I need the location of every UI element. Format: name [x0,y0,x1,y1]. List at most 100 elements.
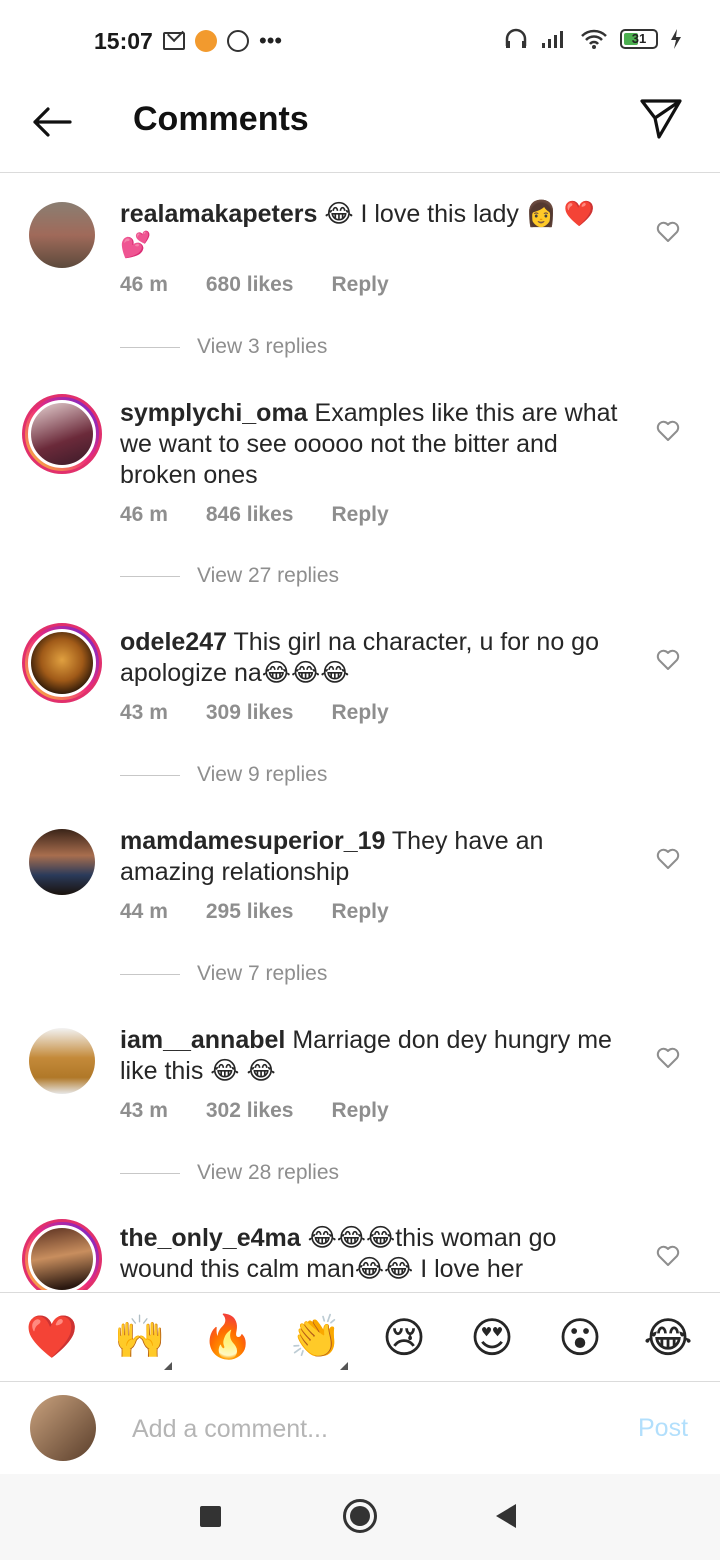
emoji-glyph: 🙌 [113,1312,167,1360]
reply-button[interactable]: Reply [331,1099,388,1123]
emoji-heart-eyes[interactable]: 😍 [462,1313,522,1362]
replies-divider [120,774,180,776]
comment-meta: 44 m 295 likes Reply [120,900,427,924]
view-replies[interactable]: View 27 replies [120,564,339,588]
post-button[interactable]: Post [638,1414,688,1443]
comments-list[interactable]: realamakapeters 😂 I love this lady 👩 ❤️ … [0,173,720,1290]
send-icon[interactable] [638,96,684,142]
status-system-icons: 31 [504,28,682,50]
view-replies-label[interactable]: View 27 replies [197,564,339,588]
reply-button[interactable]: Reply [331,273,388,297]
battery-percent: 31 [631,31,647,46]
avatar-image [28,400,96,468]
view-replies-label[interactable]: View 28 replies [197,1161,339,1185]
comment-username[interactable]: realamakapeters [120,200,317,228]
comment-time: 46 m [120,273,168,296]
comment-body: symplychi_oma Examples like this are wha… [120,398,620,491]
charging-icon [671,29,681,49]
status-notification-icons: ••• [163,28,282,54]
comment-meta: 46 m 846 likes Reply [120,503,427,527]
avatar[interactable] [22,1219,102,1290]
skin-tone-indicator-icon [164,1361,172,1370]
reply-button[interactable]: Reply [331,900,388,924]
view-replies[interactable]: View 3 replies [120,335,327,359]
page-title: Comments [133,100,309,138]
battery-icon: 31 [620,29,658,49]
avatar-image [28,629,96,697]
emoji-reaction-bar: ❤️ 🙌 🔥 👏 😢 😍 😮 😂 [0,1292,720,1382]
view-replies[interactable]: View 7 replies [120,962,327,986]
like-heart-icon[interactable] [656,848,680,870]
comment-time: 43 m [120,1099,168,1122]
comment-body: realamakapeters 😂 I love this lady 👩 ❤️ … [120,199,620,261]
headphones-icon [505,28,527,48]
skin-tone-indicator-icon [340,1361,348,1370]
avatar[interactable] [29,829,95,895]
comment-meta: 43 m 309 likes Reply [120,701,427,725]
comment-likes[interactable]: 309 likes [206,701,294,725]
emoji-surprised-face[interactable]: 😮 [550,1313,610,1362]
back-arrow-icon[interactable] [30,100,74,144]
gmail-icon [163,32,185,50]
emoji-crying-face[interactable]: 😢 [374,1313,434,1362]
like-heart-icon[interactable] [656,1245,680,1267]
comment-likes[interactable]: 846 likes [206,503,294,527]
like-heart-icon[interactable] [656,1047,680,1069]
view-replies-label[interactable]: View 7 replies [197,962,327,986]
avatar[interactable] [22,623,102,703]
emoji-clapping-hands[interactable]: 👏 [286,1312,348,1370]
avatar[interactable] [22,394,102,474]
avatar[interactable] [29,202,95,268]
comment-username[interactable]: mamdamesuperior_19 [120,827,385,855]
signal-icon [542,31,563,48]
wifi-icon [581,29,607,49]
comment-username[interactable]: the_only_e4ma [120,1224,301,1252]
view-replies[interactable]: View 9 replies [120,763,327,787]
comment-time: 43 m [120,701,168,724]
home-icon-inner [350,1506,370,1526]
comment-input[interactable] [130,1406,614,1452]
view-replies-label[interactable]: View 3 replies [197,335,327,359]
comment-composer: Post [0,1384,720,1474]
more-icon: ••• [259,28,283,53]
comment-likes[interactable]: 295 likes [206,900,294,924]
current-user-avatar [30,1395,96,1461]
emoji-glyph: 👏 [289,1312,343,1360]
reply-button[interactable]: Reply [331,701,388,725]
comment-time: 44 m [120,900,168,923]
view-replies-label[interactable]: View 9 replies [197,763,327,787]
comment-username[interactable]: odele247 [120,628,227,656]
comment-likes[interactable]: 302 likes [206,1099,294,1123]
replies-divider [120,346,180,348]
replies-divider [120,973,180,975]
recent-apps-icon[interactable] [200,1506,221,1527]
comment-username[interactable]: symplychi_oma [120,399,308,427]
comment-meta: 46 m 680 likes Reply [120,273,427,297]
emoji-raising-hands[interactable]: 🙌 [110,1312,172,1370]
avatar-image [28,1225,96,1290]
reply-button[interactable]: Reply [331,503,388,527]
comment-body: iam__annabel Marriage don dey hungry me … [120,1025,620,1087]
comment-body: mamdamesuperior_19 They have an amazing … [120,826,620,888]
emoji-fire[interactable]: 🔥 [198,1313,258,1362]
emoji-tears-of-joy[interactable]: 😂 [638,1313,698,1362]
like-heart-icon[interactable] [656,649,680,671]
comment-time: 46 m [120,503,168,526]
like-heart-icon[interactable] [656,221,680,243]
status-bar: 15:07 ••• 31 [0,0,720,80]
replies-divider [120,575,180,577]
comment-body: the_only_e4ma 😂😂😂this woman go wound thi… [120,1223,620,1285]
replies-divider [120,1172,180,1174]
view-replies[interactable]: View 28 replies [120,1161,339,1185]
back-icon[interactable] [496,1504,516,1528]
comment-username[interactable]: iam__annabel [120,1026,285,1054]
emoji-red-heart[interactable]: ❤️ [22,1313,82,1362]
home-icon[interactable] [343,1499,377,1533]
comment-body: odele247 This girl na character, u for n… [120,627,620,689]
status-time: 15:07 [94,28,153,54]
like-heart-icon[interactable] [656,420,680,442]
comment-likes[interactable]: 680 likes [206,273,294,297]
whatsapp-icon [227,30,249,52]
comment-meta: 43 m 302 likes Reply [120,1099,427,1123]
avatar[interactable] [29,1028,95,1094]
